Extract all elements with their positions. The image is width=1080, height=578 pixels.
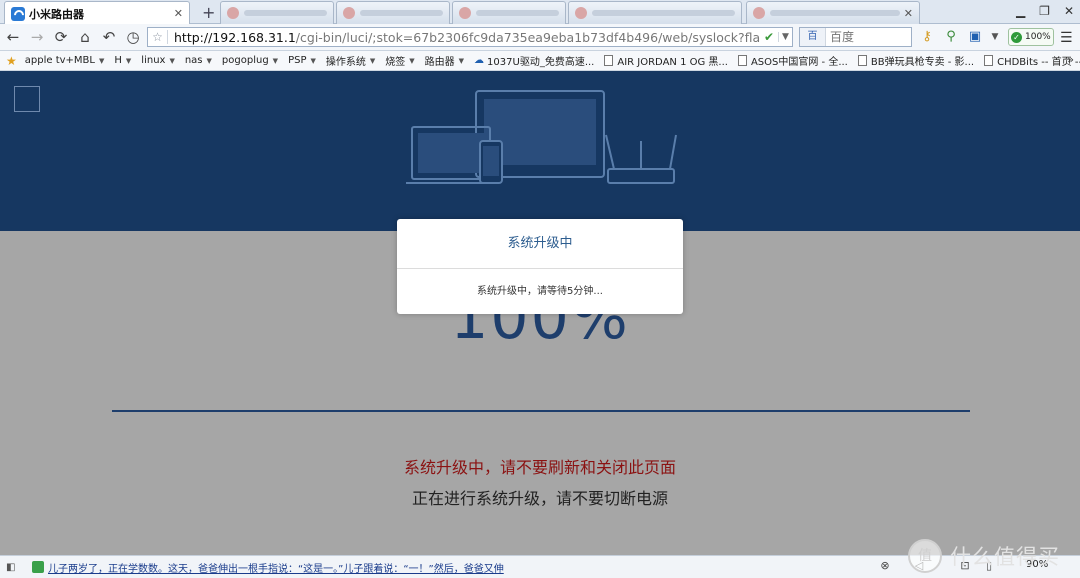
dialog-message: 系统升级中，请等待5分钟... (477, 286, 603, 297)
page-icon (459, 7, 471, 19)
bookmark-star-icon[interactable]: ☆ (148, 30, 168, 44)
bookmark-folder[interactable]: H ▼ (114, 55, 131, 66)
hero-banner (0, 71, 1080, 231)
chevron-down-icon: ▼ (125, 56, 132, 65)
new-tab-button[interactable]: + (202, 3, 215, 22)
bookmark-link[interactable]: CHDBits -- 首页 -- C... (984, 53, 1080, 68)
bookmark-folder[interactable]: pogoplug ▼ (222, 55, 278, 66)
maximize-icon[interactable]: ❐ (1039, 4, 1050, 18)
site-watermark: 值 什么值得买 (908, 534, 1078, 578)
page-checkbox[interactable] (14, 86, 40, 112)
navigation-bar: ← → ⟳ ⌂ ↶ ◷ ☆ http://192.168.31.1/cgi-bi… (0, 24, 1080, 51)
news-ticker-link[interactable]: 儿子两岁了，正在学数数。这天，爸爸伸出一根手指说：“这是一。”儿子跟着说：“一！… (48, 560, 518, 575)
settings-circle-icon[interactable]: ⊗ (878, 559, 892, 572)
tab-title-blurred (244, 10, 327, 16)
tab-title: 小米路由器 (29, 7, 84, 21)
page-icon (753, 7, 765, 19)
toolbar-dropdown-icon[interactable]: ▼ (986, 29, 1004, 45)
chevron-down-icon: ▼ (169, 56, 175, 65)
forward-icon[interactable]: → (28, 29, 46, 45)
tab-background[interactable] (568, 1, 742, 24)
page-icon (737, 55, 747, 66)
refresh-icon[interactable]: ⟳ (52, 29, 70, 45)
home-icon[interactable]: ⌂ (76, 29, 94, 45)
menu-icon[interactable]: ☰ (1060, 30, 1073, 46)
bookmark-link[interactable]: AIR JORDAN 1 OG 黑... (604, 53, 728, 68)
upgrade-dialog: 系统升级中 系统升级中，请等待5分钟... (397, 219, 683, 314)
minimize-icon[interactable]: ▁ (1016, 4, 1025, 18)
dialog-title: 系统升级中 (397, 219, 683, 269)
tab-close-icon[interactable]: ✕ (904, 7, 913, 20)
chevron-down-icon: ▼ (206, 56, 212, 65)
search-engine-icon[interactable]: 百 (800, 28, 826, 46)
close-window-icon[interactable]: ✕ (1064, 4, 1074, 18)
chevron-down-icon: ▼ (369, 56, 376, 65)
bookmark-folder[interactable]: linux ▼ (141, 55, 175, 66)
page-icon (857, 55, 867, 66)
translate-search-icon[interactable]: ⚲ (942, 29, 960, 45)
bookmark-folder[interactable]: 烧签 ▼ (385, 53, 415, 69)
chevron-down-icon: ▼ (310, 56, 316, 65)
chevron-down-icon: ▼ (409, 56, 415, 65)
url-text[interactable]: http://192.168.31.1/cgi-bin/luci/;stok=6… (168, 30, 760, 45)
chevron-down-icon: ▼ (98, 56, 105, 65)
site-icon: ☁ (474, 55, 485, 66)
undo-close-tab-icon[interactable]: ↶ (100, 29, 118, 45)
bookmark-link[interactable]: BB弹玩具枪专卖 - 影... (857, 53, 974, 68)
tab-background[interactable] (220, 1, 334, 24)
plugin-icon[interactable]: ✔ (760, 30, 778, 44)
upgrade-warning-red: 系统升级中，请不要刷新和关闭此页面 (403, 458, 676, 477)
window-controls: ▁ ❐ ✕ (1016, 4, 1074, 18)
history-icon[interactable]: ◷ (124, 29, 142, 45)
news-icon (32, 561, 44, 573)
tab-xiaomi-router[interactable]: 小米路由器 ✕ (4, 1, 190, 25)
tab-background[interactable]: ✕ (746, 1, 920, 24)
bookmark-link[interactable]: ☁ 1037U驱动_免费高速... (474, 53, 594, 68)
bookmarks-star-icon[interactable]: ★ (6, 54, 17, 68)
page-icon (984, 55, 994, 66)
wifi-icon (11, 6, 25, 21)
tab-title-blurred (592, 10, 735, 16)
tab-background[interactable] (336, 1, 450, 24)
devices-illustration-icon (406, 90, 677, 184)
bookmark-folder[interactable]: apple tv+MBL ▼ (25, 55, 105, 66)
bookmarks-overflow-icon[interactable]: » (1067, 53, 1074, 66)
page-zoom-badge[interactable]: ✓ 100% (1008, 28, 1054, 46)
tab-strip: 小米路由器 ✕ + ✕ ▁ ❐ ✕ (0, 0, 1080, 25)
progress-bar (112, 410, 970, 412)
bookmark-link[interactable]: ASOS中国官网 - 全... (737, 53, 848, 68)
dictionary-icon[interactable]: ▣ (966, 29, 984, 45)
tab-title-blurred (476, 10, 559, 16)
page-icon (575, 7, 587, 19)
page-icon (343, 7, 355, 19)
key-icon[interactable]: ⚷ (918, 29, 936, 45)
watermark-logo-icon: 值 (908, 539, 942, 573)
back-icon[interactable]: ← (4, 29, 22, 45)
bookmark-folder[interactable]: nas ▼ (185, 55, 212, 66)
sidebar-toggle-icon[interactable]: ◧ (6, 562, 16, 573)
upgrade-warning-power: 正在进行系统升级，请不要切断电源 (411, 489, 668, 508)
page-icon (227, 7, 239, 19)
bookmark-folder[interactable]: 操作系统 ▼ (326, 53, 376, 69)
tab-close-icon[interactable]: ✕ (174, 7, 183, 20)
chevron-down-icon: ▼ (458, 56, 465, 65)
address-dropdown-icon[interactable]: ▼ (778, 32, 792, 42)
tab-title-blurred (360, 10, 443, 16)
tab-title-blurred (770, 10, 900, 16)
address-bar[interactable]: ☆ http://192.168.31.1/cgi-bin/luci/;stok… (147, 27, 793, 47)
search-box[interactable]: 百 (799, 27, 912, 47)
watermark-text: 什么值得买 (950, 545, 1060, 569)
zoom-badge-label: 100% (1025, 32, 1051, 42)
bookmarks-bar: ★ apple tv+MBL ▼ H ▼ linux ▼ nas ▼ pogoplug ▼… (0, 51, 1080, 71)
tab-background[interactable] (452, 1, 566, 24)
page-icon (604, 55, 614, 66)
chevron-down-icon: ▼ (272, 56, 279, 65)
bookmark-folder[interactable]: 路由器 ▼ (425, 53, 465, 69)
check-icon: ✓ (1011, 31, 1022, 43)
bookmark-folder[interactable]: PSP ▼ (288, 55, 316, 66)
search-input[interactable] (826, 30, 906, 44)
